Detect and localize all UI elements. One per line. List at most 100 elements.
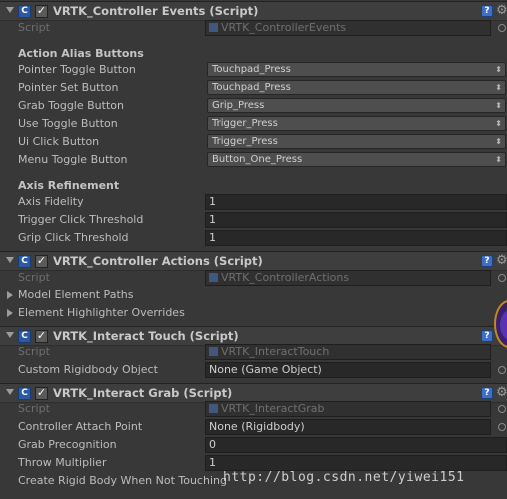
enabled-checkbox[interactable]: ✓ bbox=[35, 255, 48, 268]
dropdown-value: Trigger_Press bbox=[212, 118, 278, 129]
component-title: VRTK_Interact Touch (Script) bbox=[53, 329, 239, 343]
component-header-controller-events[interactable]: C ✓ VRTK_Controller Events (Script) ? ⚙ bbox=[0, 1, 507, 21]
help-book-icon[interactable]: ? bbox=[481, 255, 493, 267]
object-picker-icon[interactable] bbox=[498, 274, 506, 282]
foldout-arrow-icon[interactable] bbox=[6, 257, 14, 263]
script-value: VRTK_InteractTouch bbox=[221, 345, 330, 358]
help-book-icon[interactable]: ? bbox=[481, 387, 493, 399]
dropdown-arrow-icon: ⬍ bbox=[495, 155, 502, 164]
object-picker-icon[interactable] bbox=[498, 24, 506, 32]
custom-rigidbody-object-field[interactable]: None (Game Object) bbox=[205, 362, 491, 378]
field-label: Use Toggle Button bbox=[18, 117, 118, 130]
section-header: Action Alias Buttons bbox=[18, 47, 144, 60]
dropdown-value: Button_One_Press bbox=[212, 154, 303, 165]
csharp-script-icon: C bbox=[18, 387, 31, 400]
collapsed-arrow-icon[interactable] bbox=[7, 291, 13, 299]
object-picker-icon[interactable] bbox=[498, 366, 506, 374]
dropdown-arrow-icon: ⬍ bbox=[495, 137, 502, 146]
field-label: Pointer Toggle Button bbox=[18, 63, 136, 76]
foldout-arrow-icon[interactable] bbox=[6, 389, 14, 395]
foldout-model-element-paths[interactable]: Model Element Paths bbox=[18, 288, 133, 301]
dropdown-value: Grip_Press bbox=[212, 100, 265, 111]
grab-precognition-input[interactable]: 0 bbox=[205, 437, 507, 453]
script-value: VRTK_ControllerActions bbox=[221, 271, 350, 284]
field-row: Trigger Click Threshold 1 bbox=[0, 211, 507, 229]
enabled-checkbox[interactable]: ✓ bbox=[35, 330, 48, 343]
script-asset-icon bbox=[209, 347, 218, 356]
csharp-script-icon: C bbox=[18, 255, 31, 268]
component-title: VRTK_Controller Events (Script) bbox=[53, 4, 259, 18]
grip-click-threshold-input[interactable]: 1 bbox=[205, 230, 507, 246]
field-row: Grab Precognition 0 bbox=[0, 436, 507, 454]
script-label: Script bbox=[18, 402, 50, 415]
dropdown-arrow-icon: ⬍ bbox=[495, 83, 502, 92]
field-row: Controller Attach Point None (Rigidbody) bbox=[0, 418, 507, 436]
foldout-row[interactable]: Model Element Paths bbox=[0, 286, 507, 304]
script-asset-icon bbox=[209, 404, 218, 413]
dropdown-value: Trigger_Press bbox=[212, 136, 278, 147]
trigger-click-threshold-input[interactable]: 1 bbox=[205, 212, 507, 228]
menu-toggle-dropdown[interactable]: Button_One_Press ⬍ bbox=[207, 152, 506, 167]
object-picker-icon[interactable] bbox=[498, 405, 506, 413]
dropdown-value: Touchpad_Press bbox=[212, 82, 291, 93]
script-field: VRTK_InteractTouch bbox=[205, 344, 491, 360]
grab-toggle-dropdown[interactable]: Grip_Press ⬍ bbox=[207, 98, 506, 113]
script-label: Script bbox=[18, 21, 50, 34]
ui-click-dropdown[interactable]: Trigger_Press ⬍ bbox=[207, 134, 506, 149]
dropdown-arrow-icon: ⬍ bbox=[495, 119, 502, 128]
field-row: Custom Rigidbody Object None (Game Objec… bbox=[0, 361, 507, 379]
field-label: Custom Rigidbody Object bbox=[18, 363, 158, 376]
field-label: Throw Multiplier bbox=[18, 456, 107, 469]
script-label: Script bbox=[18, 345, 50, 358]
enabled-checkbox[interactable]: ✓ bbox=[35, 5, 48, 18]
throw-multiplier-input[interactable]: 1 bbox=[205, 455, 507, 471]
field-row: Grip Click Threshold 1 bbox=[0, 229, 507, 247]
help-book-icon[interactable]: ? bbox=[481, 330, 493, 342]
foldout-element-highlighter-overrides[interactable]: Element Highlighter Overrides bbox=[18, 306, 185, 319]
inspector-panel: C ✓ VRTK_Controller Events (Script) ? ⚙ … bbox=[0, 0, 507, 499]
foldout-arrow-icon[interactable] bbox=[6, 7, 14, 13]
axis-fidelity-input[interactable]: 1 bbox=[205, 194, 507, 210]
field-label: Ui Click Button bbox=[18, 135, 100, 148]
dropdown-arrow-icon: ⬍ bbox=[495, 101, 502, 110]
gear-icon[interactable]: ⚙ bbox=[496, 385, 507, 401]
enabled-checkbox[interactable]: ✓ bbox=[35, 387, 48, 400]
script-field: VRTK_InteractGrab bbox=[205, 401, 491, 417]
field-row: Use Toggle Button Trigger_Press ⬍ bbox=[0, 115, 507, 133]
pointer-toggle-dropdown[interactable]: Touchpad_Press ⬍ bbox=[207, 62, 506, 77]
component-title: VRTK_Interact Grab (Script) bbox=[53, 386, 233, 400]
field-label: Axis Fidelity bbox=[18, 195, 84, 208]
foldout-arrow-icon[interactable] bbox=[6, 332, 14, 338]
component-header-controller-actions[interactable]: C ✓ VRTK_Controller Actions (Script) ? ⚙ bbox=[0, 251, 507, 271]
script-row: Script VRTK_ControllerEvents bbox=[0, 19, 507, 37]
script-row: Script VRTK_ControllerActions bbox=[0, 269, 507, 287]
script-asset-icon bbox=[209, 23, 218, 32]
field-row: Pointer Toggle Button Touchpad_Press ⬍ bbox=[0, 61, 507, 79]
help-book-icon[interactable]: ? bbox=[481, 5, 493, 17]
script-value: VRTK_ControllerEvents bbox=[221, 21, 347, 34]
field-row: Axis Fidelity 1 bbox=[0, 193, 507, 211]
csharp-script-icon: C bbox=[18, 5, 31, 18]
gear-icon[interactable]: ⚙ bbox=[496, 253, 507, 269]
watermark-text: http://blog.csdn.net/yiwei151 bbox=[223, 470, 465, 485]
field-row: Menu Toggle Button Button_One_Press ⬍ bbox=[0, 151, 507, 169]
pointer-set-dropdown[interactable]: Touchpad_Press ⬍ bbox=[207, 80, 506, 95]
field-label: Grab Precognition bbox=[18, 438, 117, 451]
component-title: VRTK_Controller Actions (Script) bbox=[53, 254, 263, 268]
foldout-row[interactable]: Element Highlighter Overrides bbox=[0, 304, 507, 322]
field-label: Grip Click Threshold bbox=[18, 231, 129, 244]
collapsed-arrow-icon[interactable] bbox=[7, 309, 13, 317]
script-value: VRTK_InteractGrab bbox=[221, 402, 325, 415]
controller-attach-point-field[interactable]: None (Rigidbody) bbox=[205, 419, 491, 435]
badge-inner bbox=[500, 309, 507, 341]
field-label: Grab Toggle Button bbox=[18, 99, 124, 112]
field-label: Controller Attach Point bbox=[18, 420, 143, 433]
gear-icon[interactable]: ⚙ bbox=[496, 3, 507, 19]
script-asset-icon bbox=[209, 273, 218, 282]
object-picker-icon[interactable] bbox=[498, 423, 506, 431]
csharp-script-icon: C bbox=[18, 330, 31, 343]
field-row: Grab Toggle Button Grip_Press ⬍ bbox=[0, 97, 507, 115]
field-label: Create Rigid Body When Not Touching bbox=[18, 474, 227, 487]
section-header: Axis Refinement bbox=[18, 179, 120, 192]
use-toggle-dropdown[interactable]: Trigger_Press ⬍ bbox=[207, 116, 506, 131]
